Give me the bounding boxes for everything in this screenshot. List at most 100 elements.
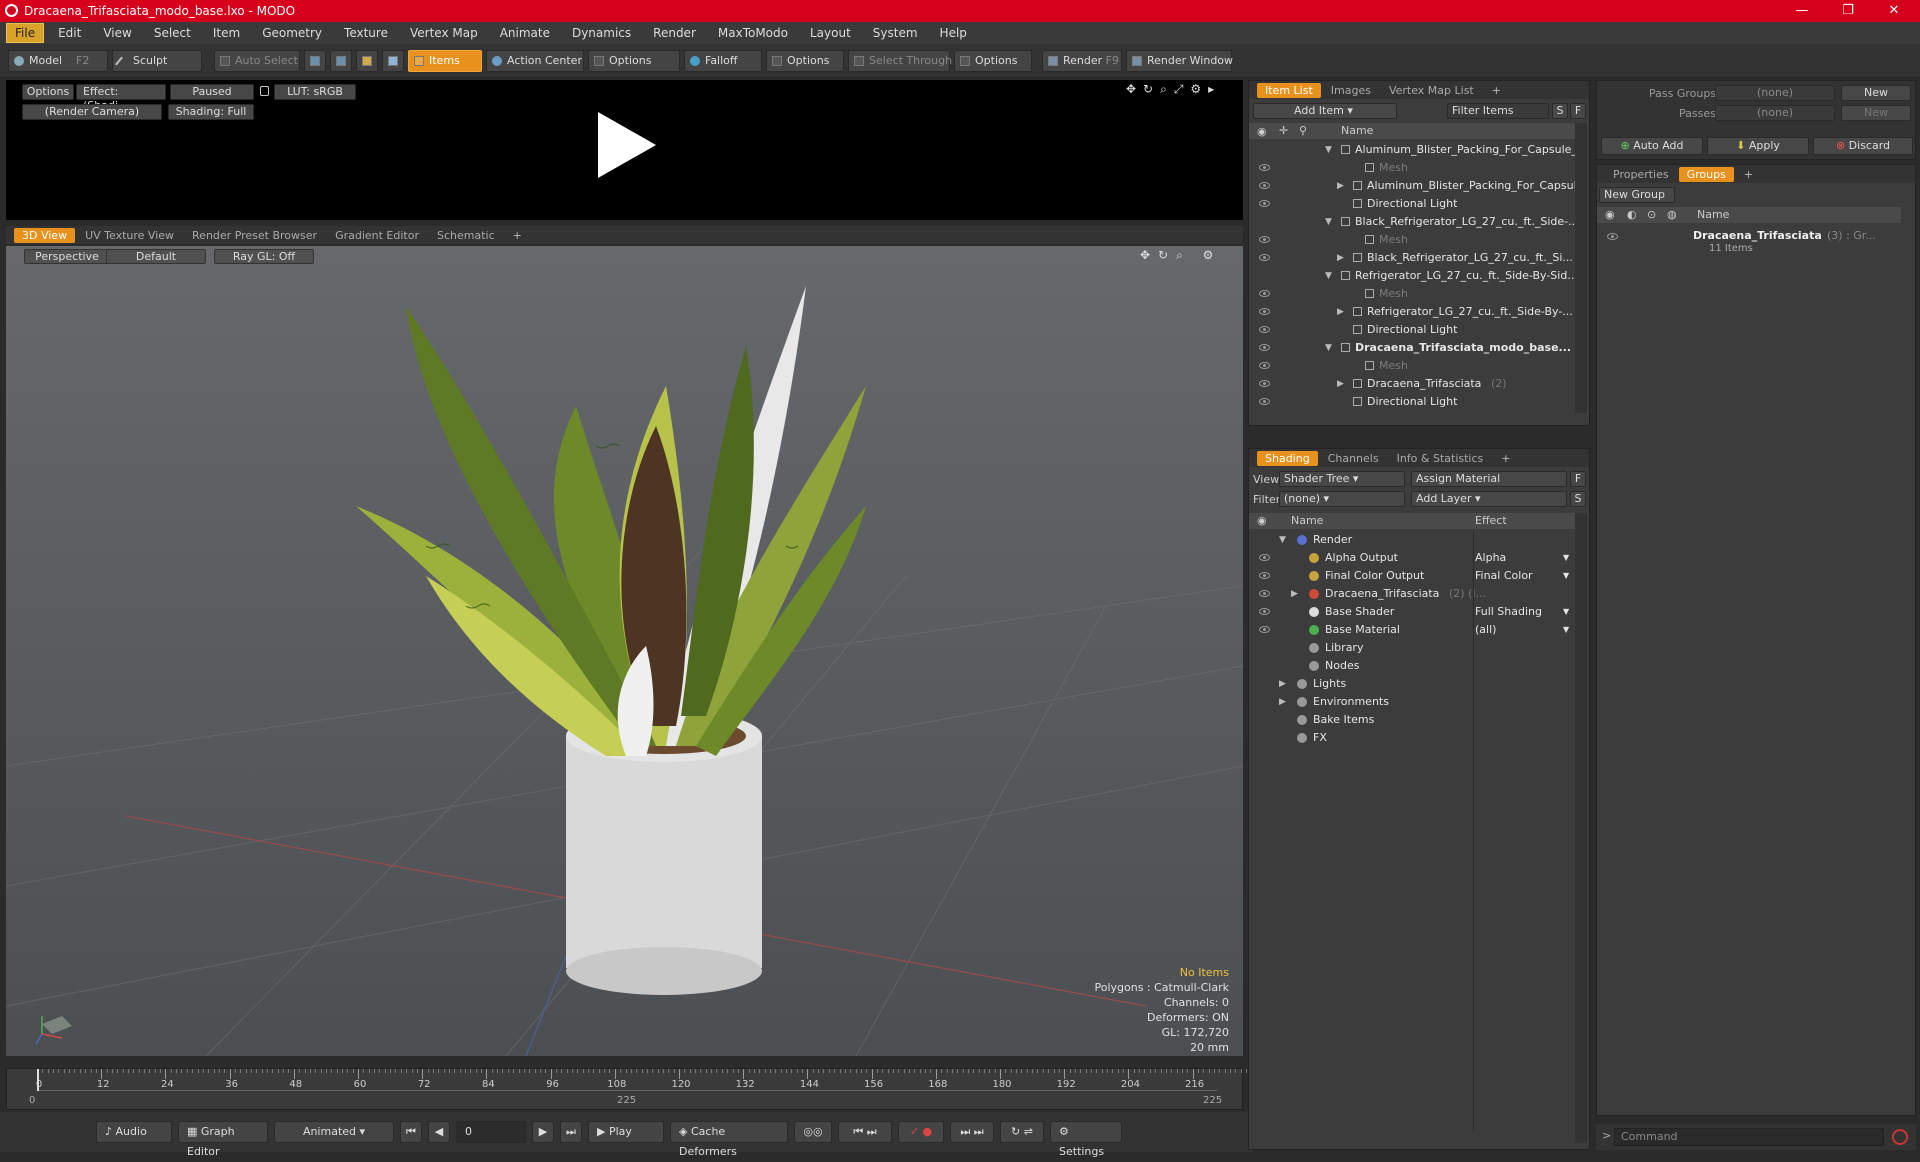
apply-button[interactable]: ⬇ Apply [1707,137,1809,155]
animated-dropdown[interactable]: Animated ▾ [274,1121,394,1143]
expand-arrow-icon[interactable]: ▶ [1291,585,1298,603]
add-tab-icon[interactable]: + [1484,83,1509,98]
polygons-mode-button[interactable] [356,49,378,72]
item-row[interactable]: Directional Light [1249,321,1575,339]
menu-vertex-map[interactable]: Vertex Map [402,24,486,42]
play-icon[interactable] [590,110,662,180]
select-through-button[interactable]: Select Through [848,49,952,72]
effect-dropdown-arrow-icon[interactable]: ▼ [1563,603,1569,621]
menu-layout[interactable]: Layout [802,24,859,42]
expand-arrow-icon[interactable]: ▶ [1337,303,1344,321]
camera-dropdown[interactable]: (Render Camera) [22,104,162,120]
command-record-icon[interactable] [1892,1129,1908,1145]
sync-icons[interactable]: ↻ ⇌ [1000,1121,1044,1143]
maximize-button[interactable]: ❐ [1828,0,1868,22]
assign-material-button[interactable]: Assign Material [1411,471,1567,487]
shader-effect[interactable]: (all) [1475,621,1496,639]
expand-arrow-icon[interactable]: ▼ [1325,339,1332,357]
item-row[interactable]: Mesh [1249,159,1575,177]
expand-arrow-icon[interactable]: ▶ [1337,375,1344,393]
item-row[interactable]: ▶ Black_Refrigerator_LG_27_cu._ft._Si... [1249,249,1575,267]
item-row[interactable]: ▶ Refrigerator_LG_27_cu._ft._Side-By-... [1249,303,1575,321]
shader-row[interactable]: Alpha Output Alpha ▼ [1249,549,1575,567]
eye-icon[interactable] [1259,590,1270,597]
shader-row[interactable]: FX [1249,729,1575,747]
add-tab-icon[interactable]: + [505,228,530,243]
add-tab-icon[interactable]: + [1493,451,1518,466]
viewport-tab-2[interactable]: Render Preset Browser [184,228,325,243]
new-pass-group-button[interactable]: New [1841,85,1911,101]
loop-icons[interactable]: ⏭ ⏭ [950,1121,994,1143]
shading-tab-1[interactable]: Channels [1320,451,1387,466]
menu-help[interactable]: Help [932,24,975,42]
expand-arrow-icon[interactable]: ▼ [1325,267,1332,285]
command-input[interactable]: Command [1614,1128,1884,1146]
add-layer-dropdown[interactable]: Add Layer ▾ [1411,491,1567,507]
eye-icon[interactable] [1259,308,1270,315]
shading-f-button[interactable]: F [1570,471,1586,487]
group-row[interactable]: Dracaena_Trifasciata (3) : Gr... 11 Item… [1597,225,1901,257]
itemlist-tab-0[interactable]: Item List [1257,82,1321,98]
shading-dropdown[interactable]: Shading: Full [168,104,254,120]
viewport-tab-4[interactable]: Schematic [429,228,503,243]
itemlist-tab-1[interactable]: Images [1323,83,1379,98]
shader-effect[interactable]: Alpha [1475,549,1506,567]
last-frame-button[interactable]: ⏭ [560,1121,582,1143]
eye-icon[interactable] [1259,362,1270,369]
eye-icon[interactable] [1259,326,1270,333]
auto-select-button[interactable]: Auto Select [214,49,300,72]
3d-viewport[interactable]: Perspective Default Ray GL: Off ✥↻⌕ ⚙ No… [6,246,1243,1056]
item-list-scrollbar[interactable] [1575,123,1587,413]
item-row[interactable]: ▼ Aluminum_Blister_Packing_For_Capsule_..… [1249,141,1587,159]
eye-icon[interactable] [1259,572,1270,579]
eye-icon[interactable] [1259,380,1270,387]
menu-dynamics[interactable]: Dynamics [564,24,639,42]
item-row[interactable]: Mesh [1249,357,1575,375]
eye-icon[interactable] [1259,554,1270,561]
shader-row[interactable]: Final Color Output Final Color ▼ [1249,567,1575,585]
viewport-tab-1[interactable]: UV Texture View [77,228,182,243]
close-button[interactable]: ✕ [1874,0,1914,22]
expand-arrow-icon[interactable]: ▶ [1279,675,1286,693]
frame-field[interactable]: 0 [456,1121,526,1143]
eye-icon[interactable] [1259,290,1270,297]
item-row[interactable]: Mesh [1249,231,1575,249]
new-pass-button[interactable]: New [1841,105,1911,121]
menu-maxtomodo[interactable]: MaxToModo [710,24,796,42]
view-dropdown[interactable]: Shader Tree ▾ [1279,471,1405,487]
model-mode-button[interactable]: Model F2 [8,49,108,72]
expand-arrow-icon[interactable]: ▼ [1325,141,1332,159]
menu-render[interactable]: Render [645,24,704,42]
effect-dropdown-arrow-icon[interactable]: ▼ [1563,621,1569,639]
expand-arrow-icon[interactable]: ▶ [1279,693,1286,711]
shader-row[interactable]: Base Shader Full Shading ▼ [1249,603,1575,621]
eye-icon[interactable] [1259,398,1270,405]
shader-row[interactable]: ▼ Render [1249,531,1575,549]
shading-tab-0[interactable]: Shading [1257,450,1318,466]
item-row[interactable]: ▼ Dracaena_Trifasciata_modo_base... [1249,339,1575,357]
shading-tab-2[interactable]: Info & Statistics [1389,451,1492,466]
audio-button[interactable]: ♪ Audio [96,1121,172,1143]
shading-filter-dropdown[interactable]: (none) ▾ [1279,491,1405,507]
menu-item[interactable]: Item [205,24,248,42]
action-center-options-button[interactable]: Options [588,49,680,72]
cache-deformers-button[interactable]: ◈ Cache Deformers [670,1121,788,1158]
new-group-button[interactable]: New Group [1599,187,1675,203]
first-frame-button[interactable]: ⏮ [400,1121,422,1143]
menu-system[interactable]: System [865,24,926,42]
eye-icon[interactable] [1259,182,1270,189]
timeline[interactable]: 0 12 24 36 48 60 72 84 96 108 120 132 144 156 168 180 19… [6,1068,1253,1110]
shading-s-button[interactable]: S [1570,491,1586,507]
materials-mode-button[interactable] [382,49,404,72]
play-button[interactable]: ▶ Play [588,1121,664,1143]
discard-button[interactable]: ⊗ Discard [1813,137,1913,155]
eye-icon[interactable] [1259,200,1270,207]
timeline-ruler[interactable]: 0 12 24 36 48 60 72 84 96 108 120 132 144 156 168 180 19… [36,1069,1253,1091]
key-tools-icon[interactable]: ◎◎ [794,1121,832,1143]
auto-add-button[interactable]: ⊕ Auto Add [1601,137,1703,155]
key-nav-icons[interactable]: ⏮ ⏭ [838,1121,892,1143]
menu-view[interactable]: View [95,24,139,42]
vertices-mode-button[interactable] [304,49,326,72]
item-filter-button[interactable]: F [1570,103,1586,119]
items-mode-button[interactable]: Items [408,49,482,72]
